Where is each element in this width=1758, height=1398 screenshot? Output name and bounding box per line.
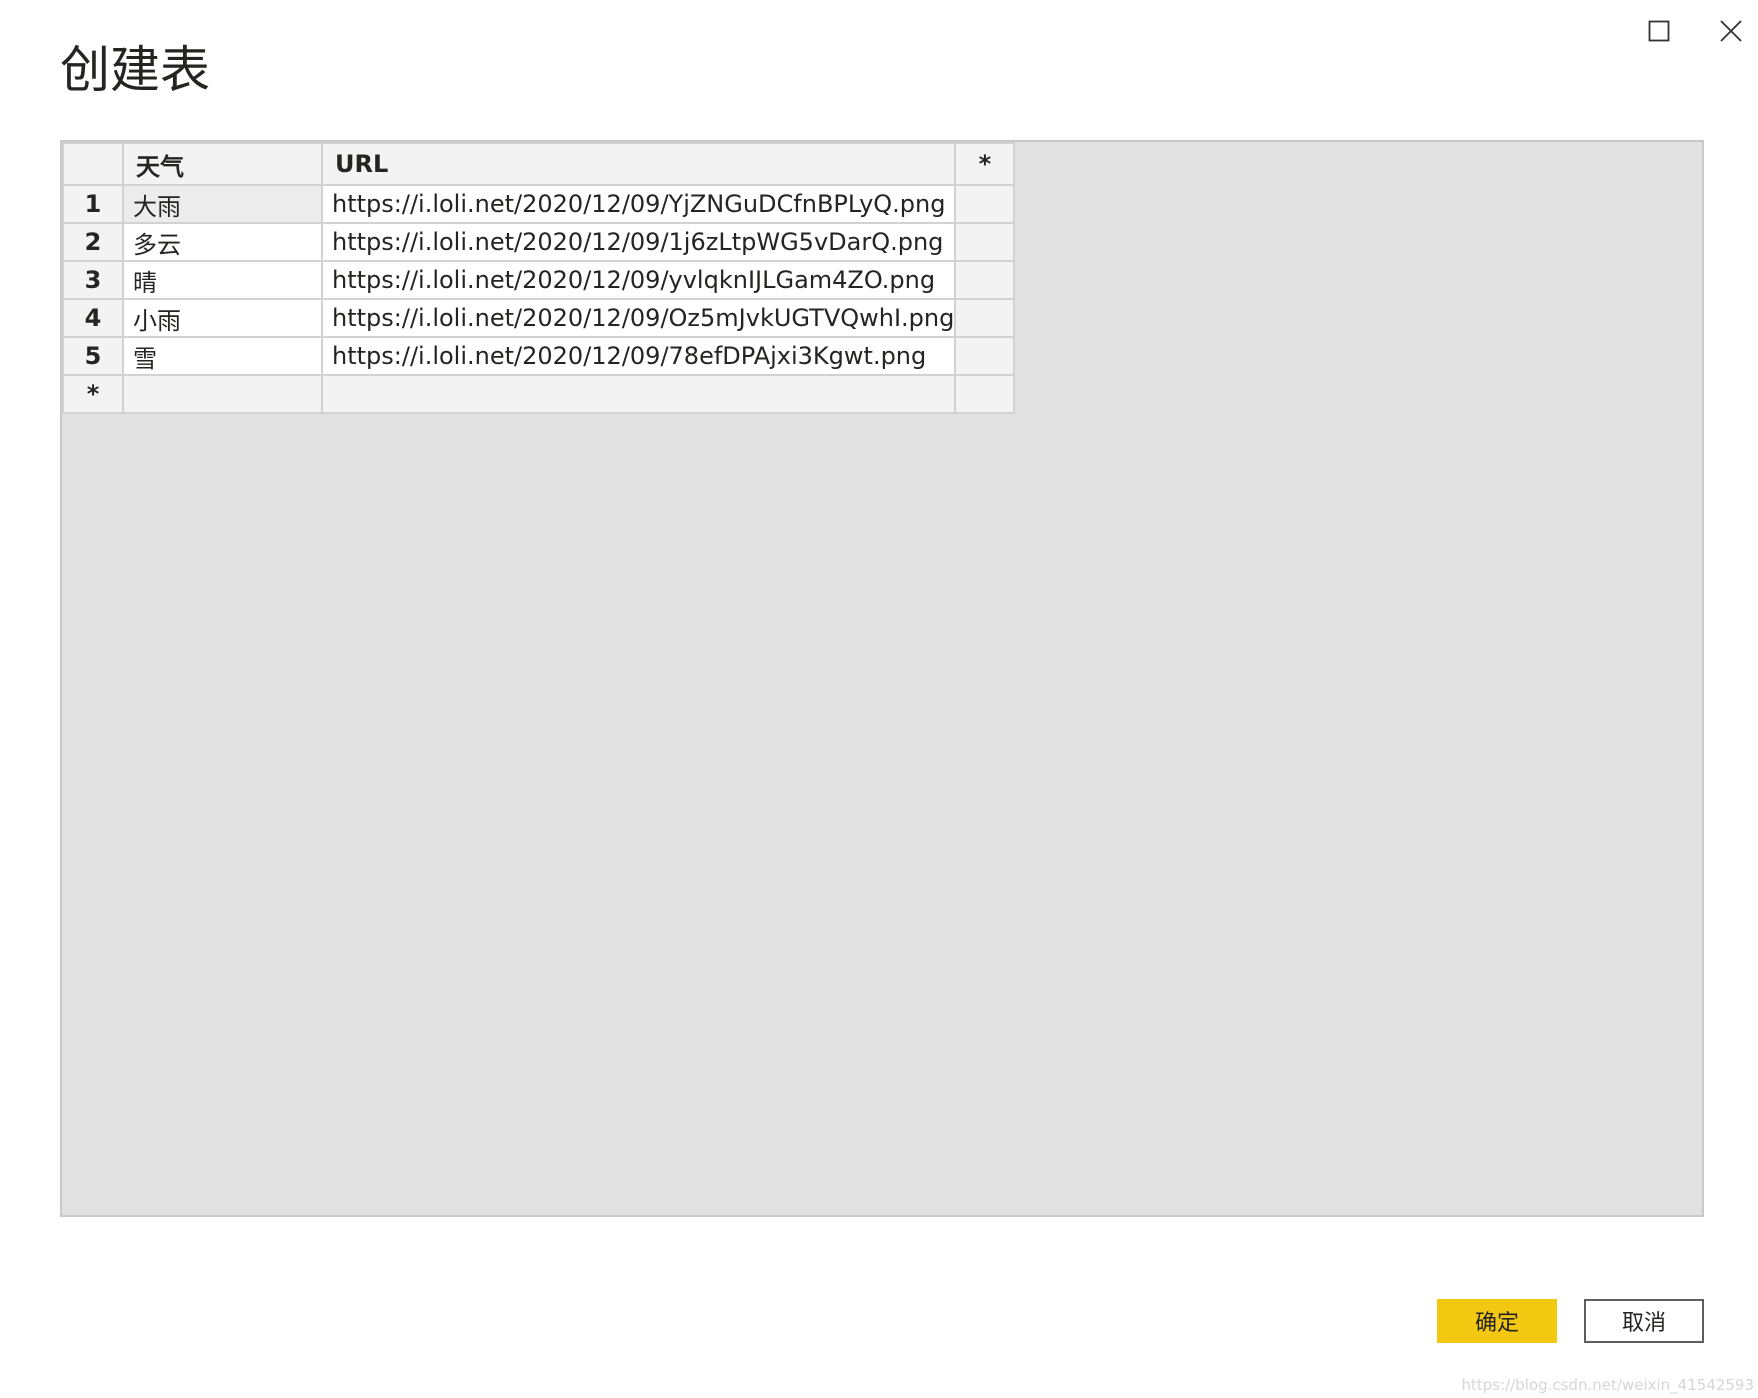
new-row-marker[interactable]: * (62, 374, 124, 414)
new-row-url-cell[interactable] (320, 374, 957, 414)
row-number[interactable]: 1 (62, 184, 124, 224)
url-cell[interactable]: https://i.loli.net/2020/12/09/yvlqknIJLG… (320, 260, 957, 300)
close-icon (1719, 19, 1743, 43)
corner-cell[interactable] (62, 142, 124, 186)
row-number[interactable]: 3 (62, 260, 124, 300)
weather-cell[interactable]: 多云 (122, 222, 323, 262)
weather-cell[interactable]: 晴 (122, 260, 323, 300)
close-button[interactable] (1708, 8, 1754, 54)
dialog-title: 创建表 (60, 41, 210, 99)
table-row: 5 雪 https://i.loli.net/2020/12/09/78efDP… (62, 336, 1016, 376)
weather-cell[interactable]: 大雨 (122, 184, 323, 224)
empty-add-cell (954, 222, 1016, 262)
table-row: 2 多云 https://i.loli.net/2020/12/09/1j6zL… (62, 222, 1016, 262)
empty-add-cell (954, 298, 1016, 338)
empty-add-cell (954, 336, 1016, 376)
row-number[interactable]: 2 (62, 222, 124, 262)
empty-add-cell (954, 260, 1016, 300)
url-cell[interactable]: https://i.loli.net/2020/12/09/Oz5mJvkUGT… (320, 298, 957, 338)
cancel-button[interactable]: 取消 (1584, 1299, 1704, 1343)
maximize-button[interactable] (1636, 8, 1682, 54)
header-row: 天气 URL * (62, 142, 1016, 186)
table-editor-area: 天气 URL * 1 大雨 https://i.loli.net/2020/12… (60, 140, 1704, 1217)
table-row: 4 小雨 https://i.loli.net/2020/12/09/Oz5mJ… (62, 298, 1016, 338)
maximize-icon (1648, 20, 1670, 42)
table-row: 3 晴 https://i.loli.net/2020/12/09/yvlqkn… (62, 260, 1016, 300)
url-cell[interactable]: https://i.loli.net/2020/12/09/YjZNGuDCfn… (320, 184, 957, 224)
url-cell[interactable]: https://i.loli.net/2020/12/09/78efDPAjxi… (320, 336, 957, 376)
row-number[interactable]: 5 (62, 336, 124, 376)
watermark: https://blog.csdn.net/weixin_41542593 (1461, 1376, 1754, 1394)
row-number[interactable]: 4 (62, 298, 124, 338)
weather-cell[interactable]: 小雨 (122, 298, 323, 338)
weather-cell[interactable]: 雪 (122, 336, 323, 376)
column-header-weather[interactable]: 天气 (122, 142, 323, 186)
create-table-dialog: 创建表 天气 URL * 1 大雨 https://i.loli.net/202… (0, 0, 1758, 1398)
add-column-button[interactable]: * (954, 142, 1016, 186)
url-cell[interactable]: https://i.loli.net/2020/12/09/1j6zLtpWG5… (320, 222, 957, 262)
table-row: 1 大雨 https://i.loli.net/2020/12/09/YjZNG… (62, 184, 1016, 224)
empty-add-cell (954, 184, 1016, 224)
new-row[interactable]: * (62, 374, 1016, 414)
new-row-add-cell (954, 374, 1016, 414)
ok-button[interactable]: 确定 (1437, 1299, 1557, 1343)
new-row-weather-cell[interactable] (122, 374, 323, 414)
data-table: 天气 URL * 1 大雨 https://i.loli.net/2020/12… (62, 142, 1016, 414)
column-header-url[interactable]: URL (320, 142, 957, 186)
